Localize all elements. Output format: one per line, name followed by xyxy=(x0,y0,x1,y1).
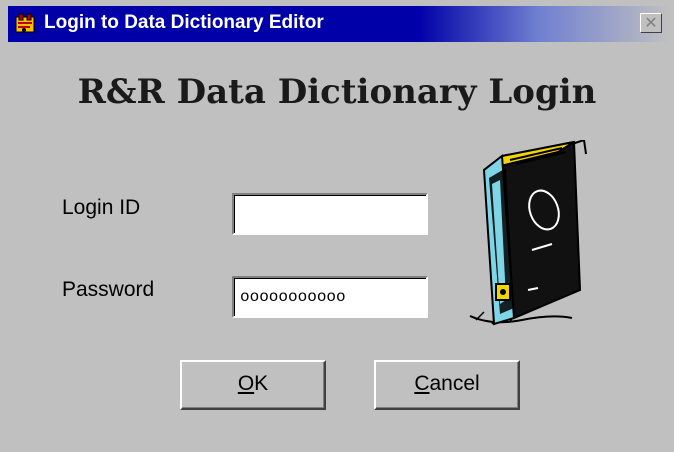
login-id-input[interactable] xyxy=(232,193,428,235)
login-dialog: Login to Data Dictionary Editor ✕ R&R Da… xyxy=(0,0,674,452)
password-label: Password xyxy=(62,278,155,301)
ok-button[interactable]: OK xyxy=(180,360,326,410)
page-title: R&R Data Dictionary Login xyxy=(77,72,597,112)
window-title: Login to Data Dictionary Editor xyxy=(44,12,324,33)
data-cartridge-icon xyxy=(469,140,587,326)
ok-mnemonic: O xyxy=(237,372,255,395)
title-bar[interactable]: Login to Data Dictionary Editor ✕ xyxy=(8,6,670,42)
close-button[interactable]: ✕ xyxy=(640,13,662,33)
password-input[interactable] xyxy=(232,276,428,318)
cancel-mnemonic: C xyxy=(414,372,430,395)
cancel-button[interactable]: Cancel xyxy=(374,360,520,410)
login-id-label: Login ID xyxy=(62,196,141,219)
ok-label-rest: K xyxy=(254,372,269,395)
app-icon xyxy=(15,13,35,33)
cancel-label-rest: ancel xyxy=(429,372,480,395)
close-icon: ✕ xyxy=(644,13,658,32)
